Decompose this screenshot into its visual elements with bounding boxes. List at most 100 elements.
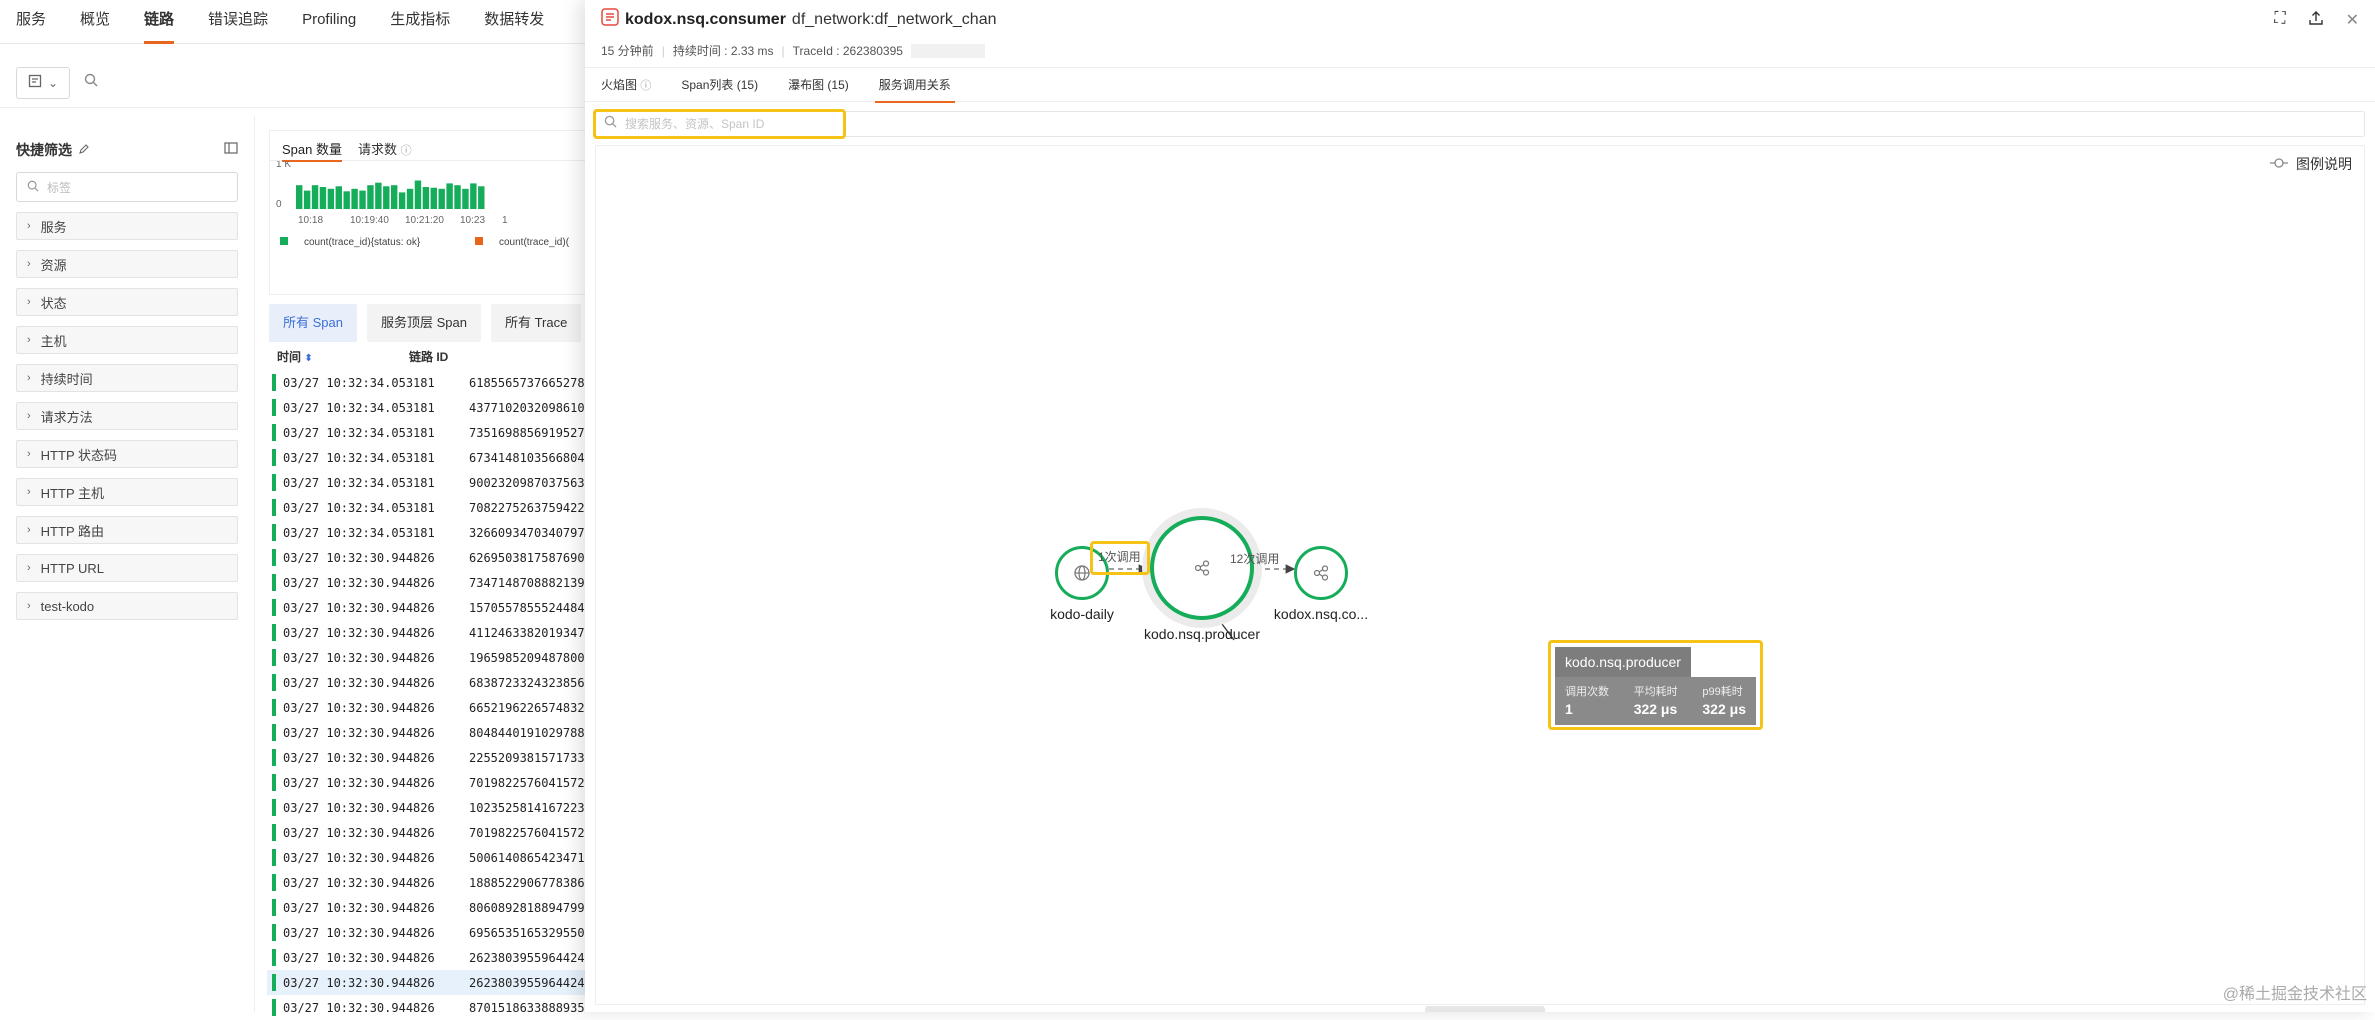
table-row[interactable]: 03/27 10:32:34.053181 6185565737665278 [267, 370, 597, 395]
graph-search-input[interactable] [625, 117, 825, 131]
filter-facet[interactable]: › 资源 [16, 250, 238, 278]
status-ok-bar [272, 749, 276, 766]
chart-tab-request-count[interactable]: 请求数 ⓘ [358, 139, 412, 161]
facet-label: HTTP URL [40, 560, 104, 576]
nav-tab-traces[interactable]: 链路 [144, 0, 175, 44]
close-icon[interactable]: ✕ [2346, 10, 2359, 31]
cell-time: 03/27 10:32:34.053181 [283, 400, 435, 415]
nav-tab-services[interactable]: 服务 [16, 0, 46, 44]
chevron-right-icon: › [27, 296, 31, 308]
export-icon[interactable] [2308, 10, 2324, 31]
facet-label: 持续时间 [40, 371, 93, 387]
search-icon [84, 73, 98, 92]
span-count-chart: Span 数量 请求数 ⓘ 1 K 0 10:18 10:19:40 10:21:20 1… [269, 130, 589, 295]
table-row[interactable]: 03/27 10:32:34.053181 7351698856919527 [267, 420, 597, 445]
nav-tab-profiling[interactable]: Profiling [302, 0, 356, 44]
table-row[interactable]: 03/27 10:32:30.944826 7019822576041572 [267, 820, 597, 845]
table-row[interactable]: 03/27 10:32:34.053181 4377102032098610 [267, 395, 597, 420]
filter-facet[interactable]: › test-kodo [16, 592, 238, 620]
filter-facet[interactable]: › 服务 [16, 212, 238, 240]
collapse-panel-icon[interactable] [224, 141, 238, 160]
nav-tab-error-tracking[interactable]: 错误追踪 [208, 0, 268, 44]
cell-time: 03/27 10:32:30.944826 [283, 750, 435, 765]
legend-swatch [475, 237, 483, 245]
service-call-graph: 图例说明 kodo-daily kodo.nsq.producer kodox.… [595, 145, 2365, 1005]
tab-service-call-graph[interactable]: 服务调用关系 [874, 68, 955, 103]
cell-time: 03/27 10:32:30.944826 [283, 700, 435, 715]
filter-facet[interactable]: › HTTP 主机 [16, 478, 238, 506]
tab-all-spans[interactable]: 所有 Span [269, 304, 357, 342]
cell-trace-id: 6185565737665278 [469, 375, 585, 390]
nav-tab-data-forward[interactable]: 数据转发 [484, 0, 544, 44]
table-row[interactable]: 03/27 10:32:34.053181 9002320987037563 [267, 470, 597, 495]
table-row[interactable]: 03/27 10:32:30.944826 8060892818894799 [267, 895, 597, 920]
edge-label[interactable]: 12次调用 [1230, 550, 1279, 567]
column-trace-id[interactable]: 链路 ID [409, 348, 448, 365]
tab-span-list[interactable]: Span列表 (15) [681, 68, 758, 102]
table-row[interactable]: 03/27 10:32:30.944826 7019822576041572 [267, 770, 597, 795]
tab-waterfall[interactable]: 瀑布图 (15) [788, 68, 849, 102]
table-row[interactable]: 03/27 10:32:30.944826 5006140865423471 [267, 845, 597, 870]
status-ok-bar [272, 999, 276, 1016]
table-row[interactable]: 03/27 10:32:34.053181 3266093470340797 [267, 520, 597, 545]
status-ok-bar [272, 524, 276, 541]
tab-flame-graph[interactable]: 火焰图 ⓘ [601, 68, 651, 102]
bar [414, 180, 422, 209]
graph-search-highlight [593, 109, 846, 139]
query-search-input[interactable] [76, 67, 576, 99]
table-row[interactable]: 03/27 10:32:30.944826 6956535165329550 [267, 920, 597, 945]
filter-facet[interactable]: › 持续时间 [16, 364, 238, 392]
table-row[interactable]: 03/27 10:32:30.944826 6269503817587690 [267, 545, 597, 570]
table-row[interactable]: 03/27 10:32:30.944826 1023525814167223 [267, 795, 597, 820]
drawer-service-name[interactable]: kodox.nsq.consumer [625, 11, 786, 29]
trace-id[interactable]: TraceId : 262380395 [793, 44, 903, 58]
table-row[interactable]: 03/27 10:32:30.944826 1570557855524484 [267, 595, 597, 620]
cell-trace-id: 2623803955964424 [469, 950, 585, 965]
time-ago: 15 分钟前 [601, 44, 654, 58]
nav-tab-overview[interactable]: 概览 [80, 0, 110, 44]
cell-trace-id: 1888522906778386 [469, 875, 585, 890]
tab-all-traces[interactable]: 所有 Trace [490, 304, 582, 342]
table-row[interactable]: 03/27 10:32:30.944826 8701518633888935 [267, 995, 597, 1020]
table-row[interactable]: 03/27 10:32:30.944826 2623803955964424 [267, 945, 597, 970]
chart-tab-span-count[interactable]: Span 数量 [282, 139, 342, 162]
tag-search-placeholder: 标签 [47, 180, 72, 195]
query-mode-select[interactable]: ⌄ [16, 66, 70, 99]
facet-label: test-kodo [40, 598, 95, 614]
tab-service-top-spans[interactable]: 服务顶层 Span [366, 304, 481, 342]
tag-search-input[interactable]: 标签 [16, 172, 238, 202]
column-time[interactable]: 时间 ⬍ [277, 348, 313, 365]
table-row[interactable]: 03/27 10:32:30.944826 6838723324323856 [267, 670, 597, 695]
table-row[interactable]: 03/27 10:32:30.944826 2255209381571733 [267, 745, 597, 770]
bar [303, 190, 311, 209]
fullscreen-icon[interactable]: ⛶ [2274, 10, 2285, 31]
filter-facet[interactable]: › HTTP 路由 [16, 516, 238, 544]
table-row[interactable]: 03/27 10:32:30.944826 6652196226574832 [267, 695, 597, 720]
cell-time: 03/27 10:32:30.944826 [283, 600, 435, 615]
table-row[interactable]: 03/27 10:32:30.944826 1965985209487800 [267, 645, 597, 670]
filter-facet[interactable]: › 主机 [16, 326, 238, 354]
status-ok-bar [272, 874, 276, 891]
edit-icon[interactable] [78, 142, 90, 158]
graph-node[interactable]: kodox.nsq.co... [1274, 546, 1368, 622]
table-row[interactable]: 03/27 10:32:30.944826 4112463382019347 [267, 620, 597, 645]
table-row[interactable]: 03/27 10:32:30.944826 2623803955964424 [267, 970, 597, 995]
table-row[interactable]: 03/27 10:32:34.053181 7082275263759422 [267, 495, 597, 520]
nav-tab-generate-metrics[interactable]: 生成指标 [390, 0, 450, 44]
status-ok-bar [272, 499, 276, 516]
filter-facet[interactable]: › 状态 [16, 288, 238, 316]
table-row[interactable]: 03/27 10:32:34.053181 6734148103566804 [267, 445, 597, 470]
chevron-right-icon: › [27, 334, 31, 346]
table-row[interactable]: 03/27 10:32:30.944826 8048440191029788 [267, 720, 597, 745]
resize-handle[interactable] [1425, 1006, 1545, 1012]
status-ok-bar [272, 374, 276, 391]
edge-label[interactable]: 1次调用 [1098, 548, 1141, 565]
filter-facet[interactable]: › HTTP 状态码 [16, 440, 238, 468]
graph-node-selected[interactable]: kodo.nsq.producer [1142, 508, 1262, 642]
filter-facet[interactable]: › HTTP URL [16, 554, 238, 582]
table-row[interactable]: 03/27 10:32:30.944826 1888522906778386 [267, 870, 597, 895]
filter-facet[interactable]: › 请求方法 [16, 402, 238, 430]
status-ok-bar [272, 474, 276, 491]
table-row[interactable]: 03/27 10:32:30.944826 7347148708882139 [267, 570, 597, 595]
cell-trace-id: 8048440191029788 [469, 725, 585, 740]
